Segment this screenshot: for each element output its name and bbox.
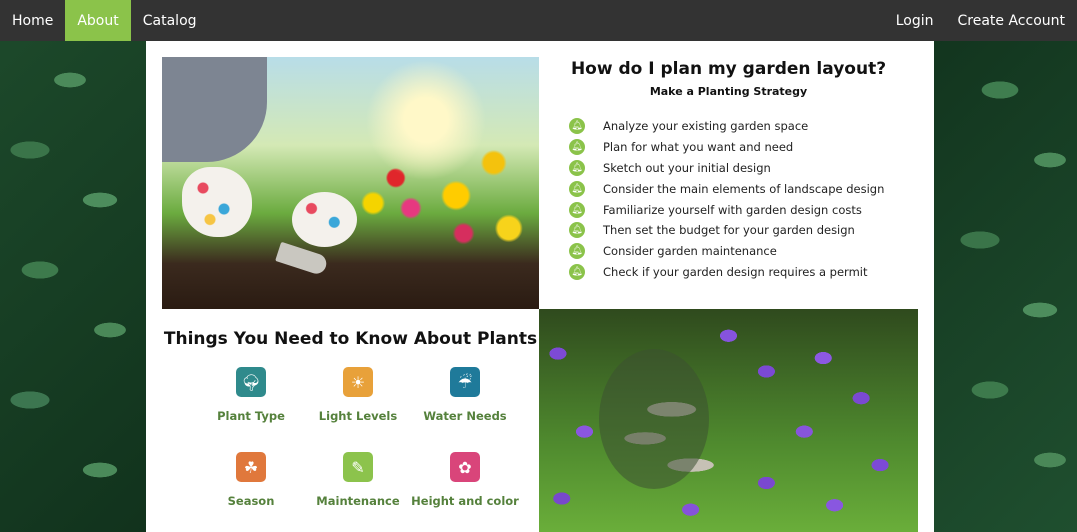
planting-strategy-list: 🔔︎ Analyze your existing garden space 🔔︎ P… — [569, 116, 884, 282]
nav-create-account-link[interactable]: Create Account — [946, 0, 1077, 41]
season-label: Season — [227, 494, 275, 508]
list-item-text: Consider the main elements of landscape … — [603, 181, 885, 196]
list-item: 🔔︎ Plan for what you want and need — [569, 137, 884, 158]
trowel — [275, 241, 329, 277]
pond-water — [599, 349, 709, 489]
tree-icon: 🌳︎ — [236, 367, 266, 397]
top-navbar: Home About Catalog Login Create Account — [0, 0, 1077, 41]
plant-type-label: Plant Type — [217, 409, 285, 423]
trowel-icon: ✎ — [343, 452, 373, 482]
bell-icon: 🔔︎ — [569, 263, 585, 280]
plant-type-card[interactable]: 🌳︎ Plant Type — [196, 367, 306, 423]
list-item: 🔔︎ Then set the budget for your garden de… — [569, 220, 884, 241]
watering-can-icon: ☔ — [450, 367, 480, 397]
garden-layout-title: How do I plan my garden layout? — [570, 59, 887, 79]
maintenance-card[interactable]: ✎ Maintenance — [303, 452, 413, 508]
bell-icon: 🔔︎ — [569, 139, 585, 156]
list-item: 🔔︎ Sketch out your initial design — [569, 158, 884, 179]
height-and-color-label: Height and color — [411, 494, 519, 508]
list-item-text: Familiarize yourself with garden design … — [603, 202, 862, 217]
light-levels-card[interactable]: ☀ Light Levels — [303, 367, 413, 423]
water-needs-label: Water Needs — [423, 409, 507, 423]
iris-pond-photo — [539, 309, 918, 532]
light-levels-label: Light Levels — [318, 409, 398, 423]
leaf-icon: ☘ — [236, 452, 266, 482]
list-item: 🔔︎ Consider garden maintenance — [569, 241, 884, 262]
gardener-glove-left — [182, 167, 252, 237]
list-item: 🔔︎ Familiarize yourself with garden desig… — [569, 199, 884, 220]
nav-spacer — [209, 0, 884, 41]
garden-layout-subtitle: Make a Planting Strategy — [649, 85, 808, 98]
nav-catalog-link[interactable]: Catalog — [131, 0, 209, 41]
list-item: 🔔︎ Check if your garden design requires a… — [569, 262, 884, 283]
height-and-color-card[interactable]: ✿ Height and color — [410, 452, 520, 508]
main-content-panel: How do I plan my garden layout? Make a P… — [146, 41, 934, 532]
list-item-text: Consider garden maintenance — [603, 244, 777, 259]
nav-about-link[interactable]: About — [65, 0, 131, 41]
plant-facts-title: Things You Need to Know About Plants — [163, 329, 538, 349]
nav-home-link[interactable]: Home — [0, 0, 65, 41]
gardener-planting-photo — [162, 57, 539, 309]
plant-facts-section: Things You Need to Know About Plants 🌳︎ … — [162, 309, 539, 532]
bell-icon: 🔔︎ — [569, 222, 585, 239]
list-item: 🔔︎ Analyze your existing garden space — [569, 116, 884, 137]
bell-icon: 🔔︎ — [569, 118, 585, 135]
water-needs-card[interactable]: ☔ Water Needs — [410, 367, 520, 423]
gardener-glove-right — [292, 192, 357, 247]
bell-icon: 🔔︎ — [569, 159, 585, 176]
gardener-sleeve — [162, 57, 267, 162]
flower-icon: ✿ — [450, 452, 480, 482]
season-card[interactable]: ☘ Season — [196, 452, 306, 508]
bell-icon: 🔔︎ — [569, 201, 585, 218]
list-item: 🔔︎ Consider the main elements of landscap… — [569, 178, 884, 199]
list-item-text: Check if your garden design requires a p… — [603, 264, 868, 279]
sun-icon: ☀ — [343, 367, 373, 397]
maintenance-label: Maintenance — [316, 494, 400, 508]
list-item-text: Plan for what you want and need — [603, 140, 794, 155]
nav-login-link[interactable]: Login — [884, 0, 946, 41]
list-item-text: Then set the budget for your garden desi… — [603, 223, 855, 238]
bell-icon: 🔔︎ — [569, 180, 585, 197]
bell-icon: 🔔︎ — [569, 243, 585, 260]
garden-layout-section: How do I plan my garden layout? Make a P… — [539, 57, 918, 309]
list-item-text: Analyze your existing garden space — [603, 119, 809, 134]
list-item-text: Sketch out your initial design — [603, 160, 771, 175]
